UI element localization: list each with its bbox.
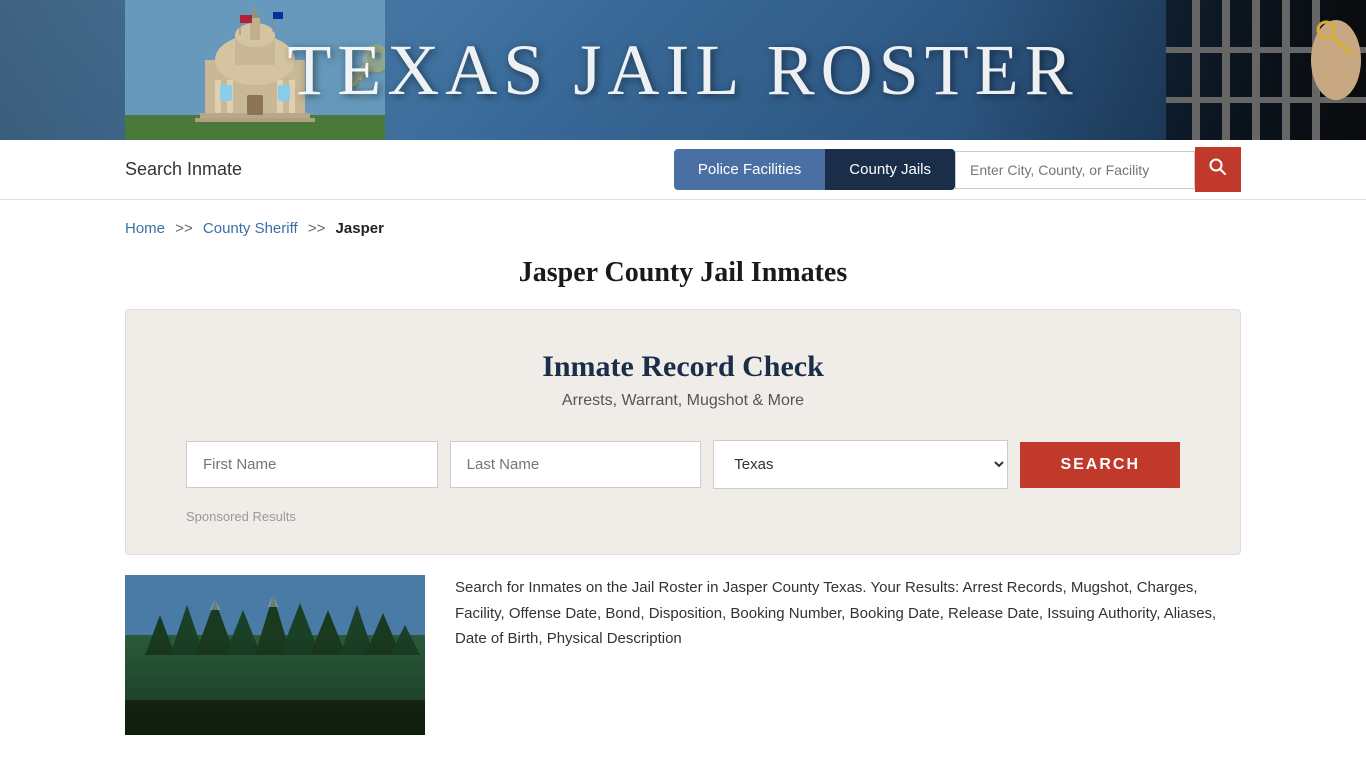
breadcrumb-sep1: >> [175, 220, 193, 237]
bottom-section: Search for Inmates on the Jail Roster in… [0, 575, 1366, 735]
header-banner: 🔑 Texas Jail Roster [0, 0, 1366, 140]
bottom-description: Search for Inmates on the Jail Roster in… [455, 575, 1241, 735]
first-name-input[interactable] [186, 441, 438, 488]
nav-buttons: Police Facilities County Jails [674, 147, 1241, 192]
record-check-title: Inmate Record Check [186, 350, 1180, 384]
state-select[interactable]: AlabamaAlaskaArizonaArkansasCaliforniaCo… [713, 440, 1008, 489]
breadcrumb-current: Jasper [336, 220, 384, 237]
site-title: Texas Jail Roster [287, 29, 1078, 112]
record-check-card: Inmate Record Check Arrests, Warrant, Mu… [125, 309, 1241, 555]
record-check-form: AlabamaAlaskaArizonaArkansasCaliforniaCo… [186, 440, 1180, 489]
sponsored-results-label: Sponsored Results [186, 509, 1180, 524]
facility-search-button[interactable] [1195, 147, 1241, 192]
jasper-image [125, 575, 425, 735]
facility-search-input[interactable] [955, 151, 1195, 189]
page-title: Jasper County Jail Inmates [0, 257, 1366, 289]
breadcrumb-home[interactable]: Home [125, 220, 165, 237]
last-name-input[interactable] [450, 441, 702, 488]
search-inmate-label: Search Inmate [125, 159, 674, 180]
police-facilities-button[interactable]: Police Facilities [674, 149, 825, 190]
record-check-subtitle: Arrests, Warrant, Mugshot & More [186, 392, 1180, 410]
search-icon [1209, 158, 1227, 176]
keys-illustration [1166, 0, 1366, 140]
record-search-button[interactable]: SEARCH [1020, 442, 1180, 488]
breadcrumb-sep2: >> [308, 220, 326, 237]
navbar: Search Inmate Police Facilities County J… [0, 140, 1366, 200]
breadcrumb: Home >> County Sheriff >> Jasper [0, 200, 1366, 247]
breadcrumb-county-sheriff[interactable]: County Sheriff [203, 220, 298, 237]
county-jails-button[interactable]: County Jails [825, 149, 955, 190]
